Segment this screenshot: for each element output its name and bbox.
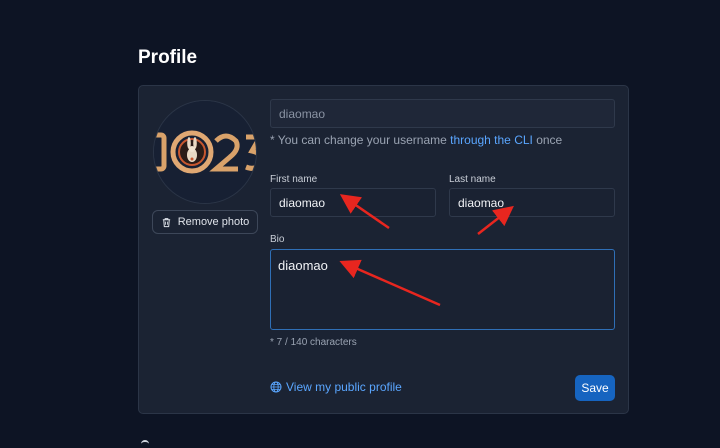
avatar[interactable] [153, 100, 257, 204]
username-hint-suffix: once [532, 133, 563, 147]
username-hint-prefix: * You can change your username [270, 133, 451, 147]
remove-photo-button[interactable]: Remove photo [152, 210, 258, 234]
page-title: Profile [138, 47, 198, 68]
save-button[interactable]: Save [575, 375, 615, 401]
bio-field[interactable]: diaomao [270, 249, 615, 330]
globe-icon [270, 381, 282, 393]
last-name-field[interactable]: diaomao [449, 188, 615, 217]
bio-char-count: * 7 / 140 characters [270, 337, 357, 348]
bio-label: Bio [270, 234, 285, 245]
public-profile-link[interactable]: View my public profile [270, 380, 402, 394]
first-name-label: First name [270, 174, 318, 185]
avatar-image [154, 101, 256, 203]
username-hint: * You can change your username through t… [270, 133, 562, 147]
first-name-field[interactable]: diaomao [270, 188, 436, 217]
cli-link[interactable]: through the CLI [450, 133, 533, 147]
next-section-glyph [141, 440, 149, 448]
remove-photo-label: Remove photo [177, 216, 250, 228]
username-input[interactable]: diaomao [270, 99, 615, 128]
trash-icon [162, 217, 170, 227]
public-profile-label: View my public profile [286, 380, 402, 394]
profile-card: Remove photo diaomao * You can change yo… [138, 85, 629, 414]
last-name-label: Last name [449, 174, 496, 185]
